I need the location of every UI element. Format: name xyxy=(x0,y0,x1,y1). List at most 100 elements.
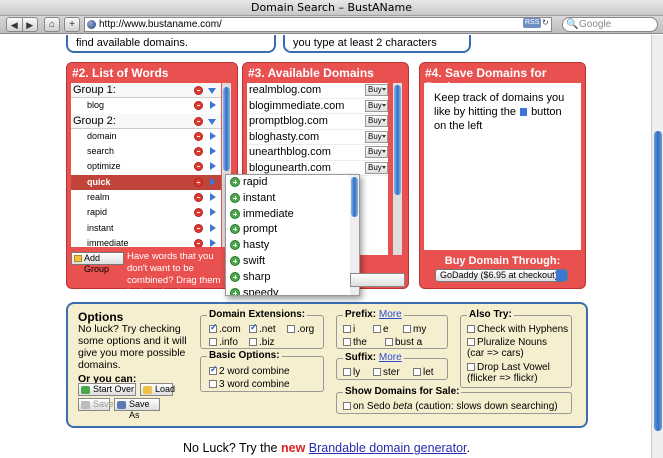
remove-icon[interactable] xyxy=(194,162,203,172)
reload-icon[interactable]: ↻ xyxy=(542,18,549,27)
word-row[interactable]: search xyxy=(71,144,221,159)
brandable-generator-link[interactable]: Brandable domain generator xyxy=(309,441,467,455)
collapse-arrow-icon[interactable] xyxy=(208,88,216,94)
buy-select[interactable]: Buy xyxy=(365,161,388,174)
sedo-checkbox[interactable]: on Sedo beta (caution: slows down search… xyxy=(343,401,558,412)
prefix-more-link[interactable]: More xyxy=(379,309,402,320)
rss-badge[interactable]: RSS xyxy=(523,18,542,28)
synonyms-arrow-icon[interactable] xyxy=(210,208,216,217)
synonyms-arrow-icon[interactable] xyxy=(210,238,216,247)
synonym-item[interactable]: immediate xyxy=(226,207,359,223)
prefix-i-checkbox[interactable]: i xyxy=(343,324,355,335)
synonyms-arrow-icon[interactable] xyxy=(210,131,216,140)
word-row[interactable]: quick xyxy=(71,174,221,191)
remove-icon[interactable] xyxy=(194,238,203,247)
synonym-item[interactable]: speedy xyxy=(226,286,359,295)
prefix-bust-a-checkbox[interactable]: bust a xyxy=(385,337,422,348)
drop-vowel-checkbox[interactable]: Drop Last Vowel (flicker => flickr) xyxy=(467,362,567,384)
add-icon[interactable] xyxy=(230,192,240,203)
ext-org-checkbox[interactable]: .org xyxy=(287,324,314,335)
buy-select[interactable]: Buy xyxy=(365,130,388,143)
pluralize-checkbox[interactable]: Pluralize Nouns (car => cars) xyxy=(467,337,567,359)
add-icon[interactable] xyxy=(230,255,240,266)
forward-button[interactable]: ▶ xyxy=(23,18,38,31)
remove-icon[interactable] xyxy=(194,86,203,95)
domain-row[interactable]: blogimmediate.com Buy xyxy=(247,99,388,114)
add-group-button[interactable]: Add Group xyxy=(71,252,124,274)
word-row[interactable]: instant xyxy=(71,221,221,236)
synonyms-arrow-icon[interactable] xyxy=(210,147,216,156)
remove-icon[interactable] xyxy=(194,177,203,187)
word-list[interactable]: Group 1: blog Group 2: domain search optimize… xyxy=(71,83,221,247)
search-input[interactable]: 🔍 Google xyxy=(562,17,658,32)
suffix-ly-checkbox[interactable]: ly xyxy=(343,367,360,378)
prefix-e-checkbox[interactable]: e xyxy=(373,324,389,335)
three-word-checkbox[interactable]: 3 word combine xyxy=(209,379,290,390)
synonym-item[interactable]: swift xyxy=(226,254,359,270)
word-row[interactable]: domain xyxy=(71,129,221,144)
synonyms-arrow-icon[interactable] xyxy=(210,162,216,171)
remove-icon[interactable] xyxy=(194,193,203,203)
add-icon[interactable] xyxy=(230,240,240,251)
buy-select[interactable]: Buy xyxy=(365,99,388,112)
domain-row[interactable]: unearthblog.com Buy xyxy=(247,145,388,161)
add-icon[interactable] xyxy=(230,271,240,282)
domain-row[interactable]: bloghasty.com Buy xyxy=(247,130,388,145)
word-row[interactable]: realm xyxy=(71,190,221,205)
page-scrollbar[interactable] xyxy=(651,35,663,458)
add-icon[interactable] xyxy=(230,208,240,219)
registrar-select[interactable]: GoDaddy ($6.95 at checkout) xyxy=(435,269,568,282)
back-button[interactable]: ◀ xyxy=(7,18,23,31)
ext-com-checkbox[interactable]: .com xyxy=(209,322,241,335)
add-icon[interactable] xyxy=(230,177,240,187)
suffix-more-link[interactable]: More xyxy=(379,352,402,363)
domain-row[interactable]: promptblog.com Buy xyxy=(247,114,388,130)
remove-icon[interactable] xyxy=(194,116,203,126)
domain-list-scrollbar[interactable] xyxy=(393,83,402,255)
group-row[interactable]: Group 2: xyxy=(71,113,221,129)
remove-icon[interactable] xyxy=(194,223,203,233)
ext-info-checkbox[interactable]: .info xyxy=(209,337,238,348)
buy-select[interactable]: Buy xyxy=(365,115,388,127)
prefix-my-checkbox[interactable]: my xyxy=(403,324,426,335)
suffix-let-checkbox[interactable]: let xyxy=(413,367,434,378)
remove-icon[interactable] xyxy=(194,147,203,157)
suffix-ster-checkbox[interactable]: ster xyxy=(373,367,400,378)
load-button[interactable]: Load xyxy=(140,383,175,396)
two-word-checkbox[interactable]: 2 word combine xyxy=(209,364,290,377)
word-row[interactable]: blog xyxy=(71,98,221,113)
add-icon[interactable] xyxy=(230,287,240,295)
remove-icon[interactable] xyxy=(194,101,203,111)
synonym-item[interactable]: prompt xyxy=(226,222,359,238)
domain-row[interactable]: realmblog.com Buy xyxy=(247,83,388,99)
prefix-the-checkbox[interactable]: the xyxy=(343,337,367,348)
start-over-button[interactable]: Start Over xyxy=(78,383,136,396)
add-bookmark-button[interactable]: + xyxy=(64,17,80,32)
synonyms-arrow-icon[interactable] xyxy=(210,177,216,186)
synonym-popup[interactable]: rapid instant immediate prompt hasty swift sha… xyxy=(225,174,360,296)
synonym-item[interactable]: sharp xyxy=(226,270,359,286)
buy-select[interactable]: Buy xyxy=(365,84,388,96)
synonym-item[interactable]: hasty xyxy=(226,238,359,254)
save-button[interactable]: Save xyxy=(78,398,114,411)
collapse-arrow-icon[interactable] xyxy=(208,118,216,125)
word-row[interactable]: rapid xyxy=(71,205,221,220)
save-as-button[interactable]: Save As xyxy=(114,398,160,420)
synonyms-arrow-icon[interactable] xyxy=(210,193,216,202)
word-row[interactable]: immediate xyxy=(71,236,221,247)
add-icon[interactable] xyxy=(230,224,240,235)
remove-icon[interactable] xyxy=(194,131,203,141)
synonyms-arrow-icon[interactable] xyxy=(210,223,216,232)
ext-net-checkbox[interactable]: .net xyxy=(249,322,276,335)
synonym-item[interactable]: instant xyxy=(226,191,359,207)
synonyms-arrow-icon[interactable] xyxy=(210,101,216,110)
url-field[interactable]: http://www.bustaname.com/ xyxy=(84,17,552,32)
synonym-item[interactable]: rapid xyxy=(226,175,359,191)
remove-icon[interactable] xyxy=(194,208,203,218)
group-row[interactable]: Group 1: xyxy=(71,83,221,99)
domain-sort-select[interactable] xyxy=(350,273,405,287)
word-row[interactable]: optimize xyxy=(71,159,221,174)
home-icon[interactable]: ⌂ xyxy=(44,17,60,32)
hyphens-checkbox[interactable]: Check with Hyphens xyxy=(467,324,568,335)
buy-select[interactable]: Buy xyxy=(365,146,388,158)
